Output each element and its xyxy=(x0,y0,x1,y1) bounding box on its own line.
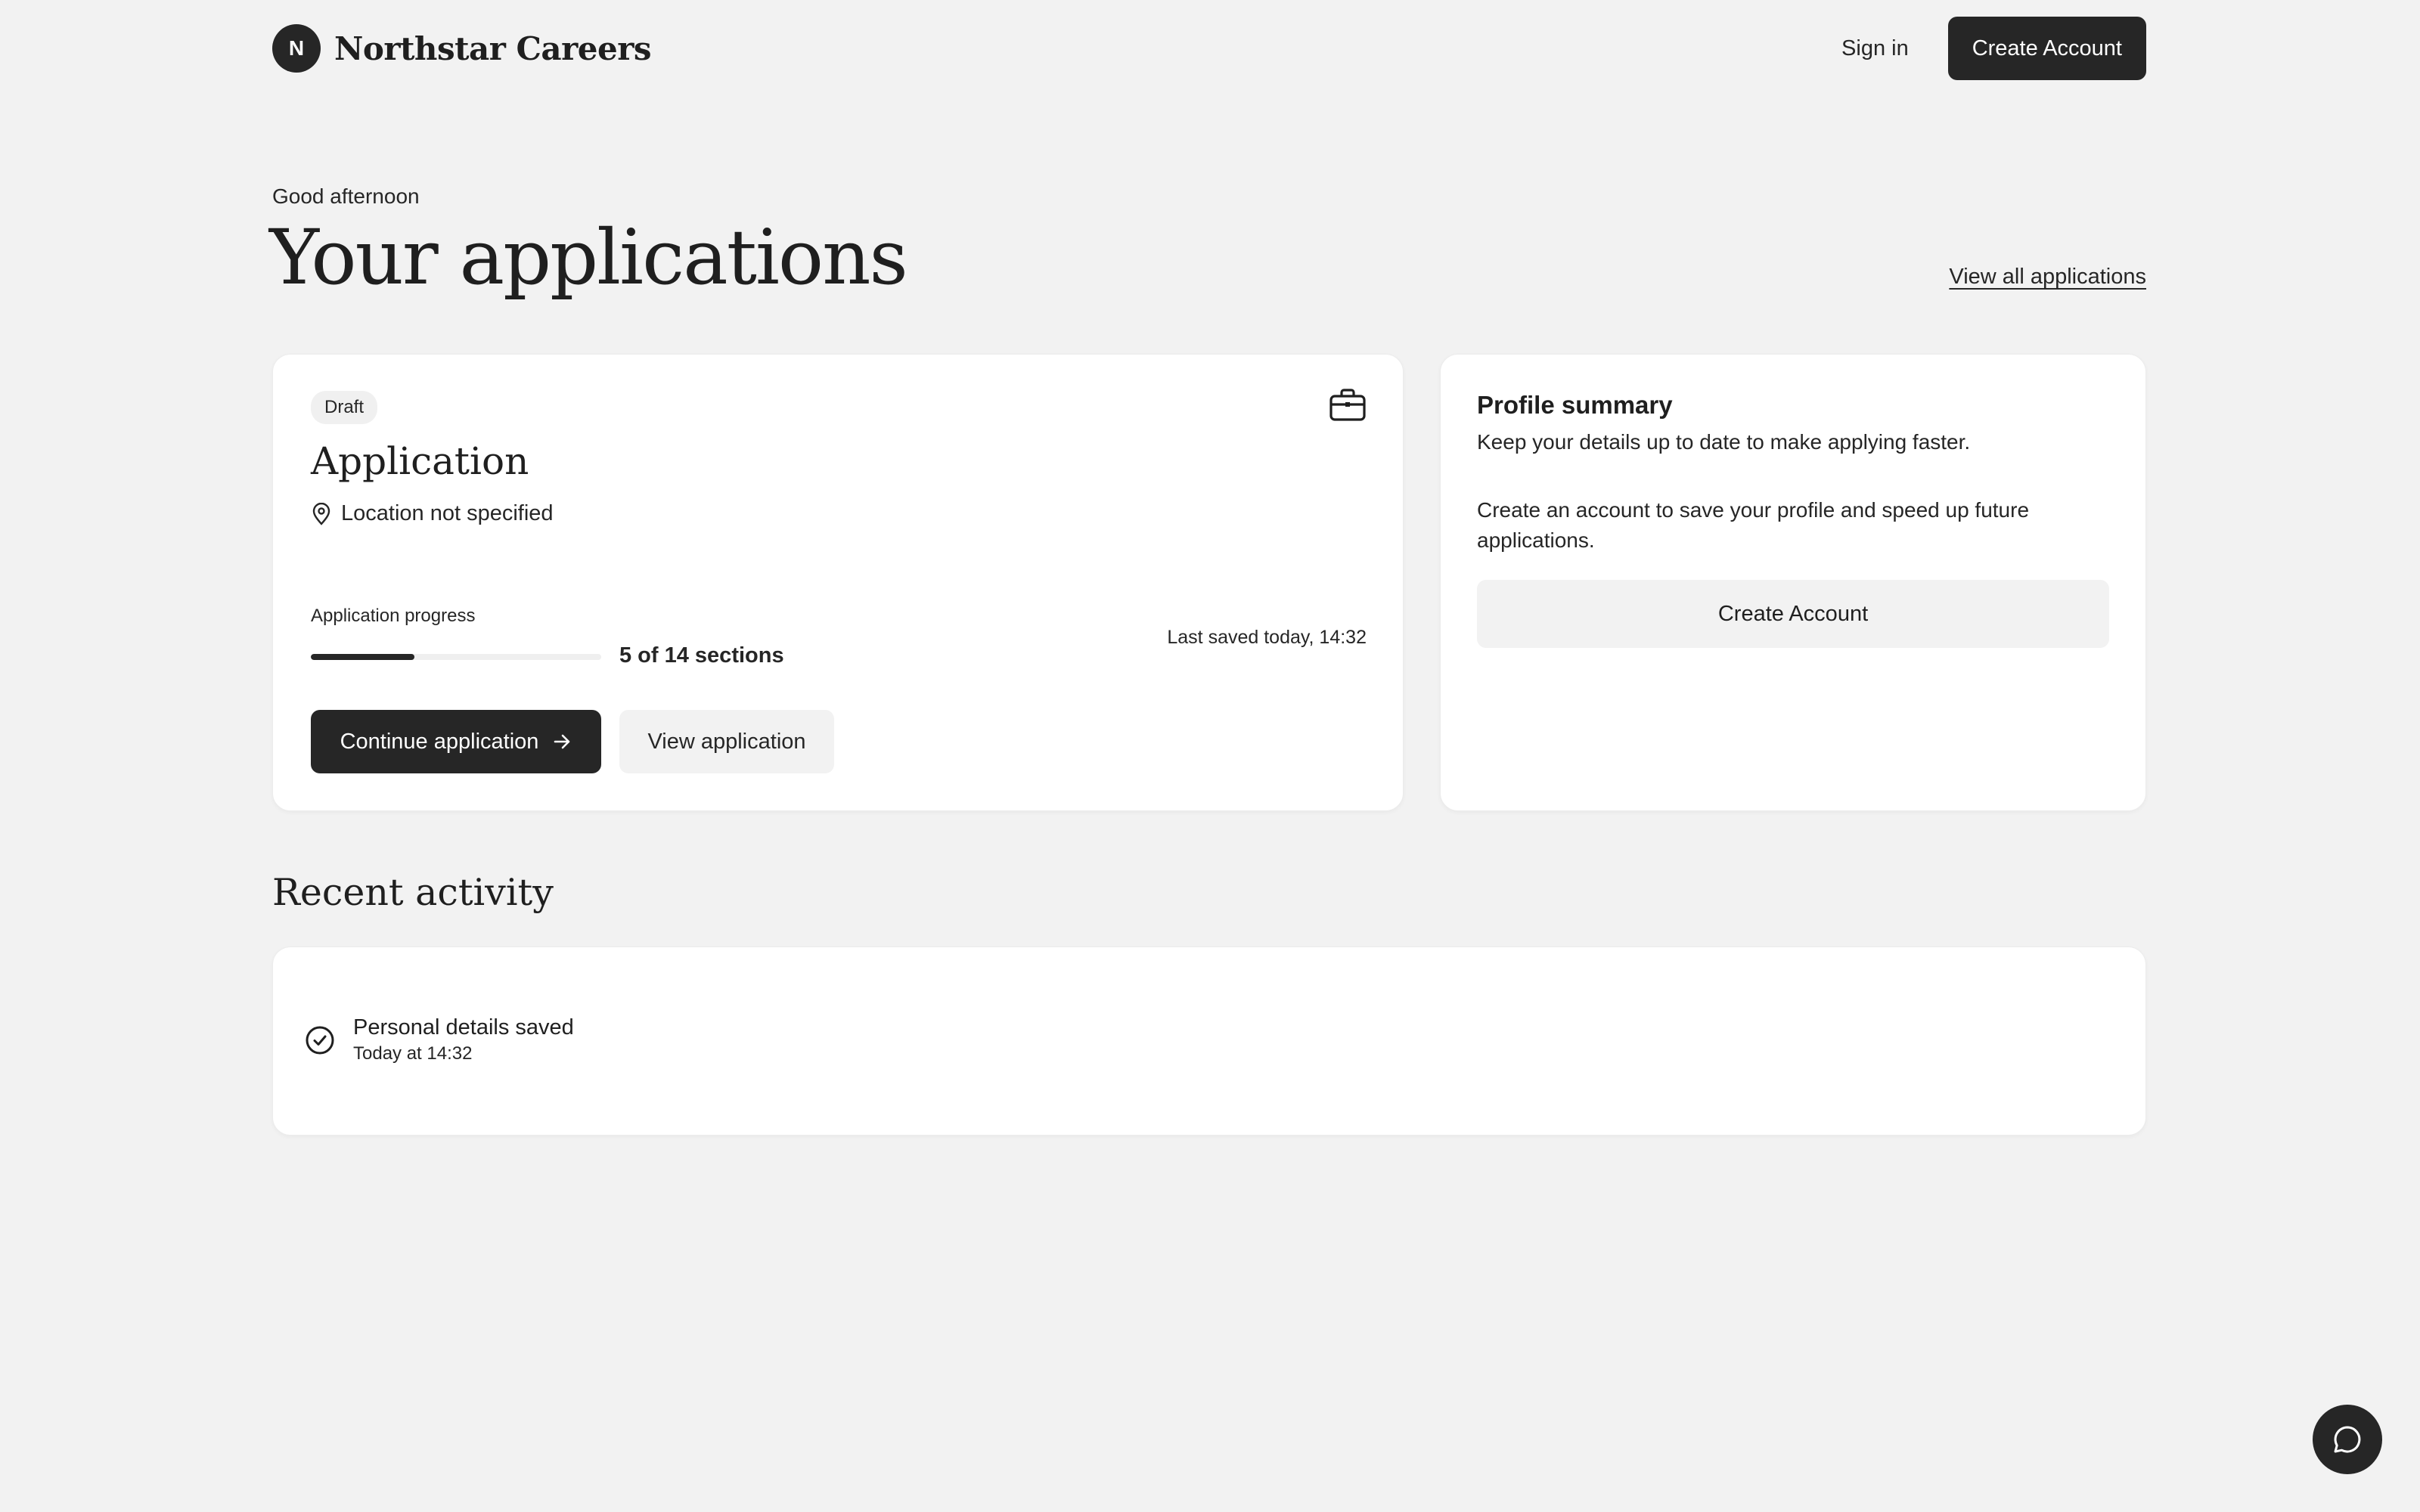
view-all-applications-link[interactable]: View all applications xyxy=(1949,265,2146,290)
site-header: N Northstar Careers Sign in Create Accou… xyxy=(272,17,2146,80)
chat-button[interactable] xyxy=(2313,1405,2382,1474)
create-account-button[interactable]: Create Account xyxy=(1947,17,2146,80)
status-badge: Draft xyxy=(311,391,378,424)
location: Location not specified xyxy=(311,501,554,526)
location-text: Location not specified xyxy=(341,501,554,525)
activity-text: Personal details saved Today at 14:32 xyxy=(353,1015,574,1064)
progress-label: Application progress xyxy=(311,606,476,626)
last-saved-timestamp: Last saved today, 14:32 xyxy=(1167,627,1367,648)
view-application-button[interactable]: View application xyxy=(619,710,834,773)
sign-in-link[interactable]: Sign in xyxy=(1841,36,1909,61)
profile-summary-title: Profile summary xyxy=(1477,391,1673,419)
application-card: Draft Application Location not specified… xyxy=(272,354,1404,811)
logo-mark: N xyxy=(272,24,321,73)
progress-count: 5 of 14 sections xyxy=(619,643,784,668)
profile-create-account-button[interactable]: Create Account xyxy=(1477,580,2109,648)
briefcase-icon xyxy=(1329,389,1366,421)
profile-summary-description: Create an account to save your profile a… xyxy=(1477,498,2030,552)
greeting: Good afternoon xyxy=(272,184,420,208)
profile-summary-subtitle: Keep your details up to date to make app… xyxy=(1477,430,1971,454)
check-circle-icon xyxy=(306,1026,334,1054)
progress-bar xyxy=(311,654,601,660)
recent-activity-card: Personal details saved Today at 14:32 xyxy=(272,947,2146,1136)
map-pin-icon xyxy=(312,502,330,525)
arrow-right-icon xyxy=(554,734,570,749)
continue-application-button[interactable]: Continue application xyxy=(311,710,601,773)
header-actions: Sign in Create Account xyxy=(1841,17,2146,80)
recent-activity-title: Recent activity xyxy=(272,871,554,914)
page-title: Your applications xyxy=(269,213,908,302)
activity-time: Today at 14:32 xyxy=(353,1043,473,1064)
brand-name: Northstar Careers xyxy=(334,29,651,67)
progress-bar-fill xyxy=(311,654,415,660)
activity-title: Personal details saved xyxy=(353,1015,574,1040)
application-title: Application xyxy=(311,439,529,483)
activity-item: Personal details saved Today at 14:32 xyxy=(305,1015,574,1064)
chat-bubble-icon xyxy=(2334,1426,2361,1453)
profile-summary-card: Profile summary Keep your details up to … xyxy=(1440,354,2146,811)
continue-application-label: Continue application xyxy=(340,729,539,754)
brand[interactable]: N Northstar Careers xyxy=(272,24,651,73)
